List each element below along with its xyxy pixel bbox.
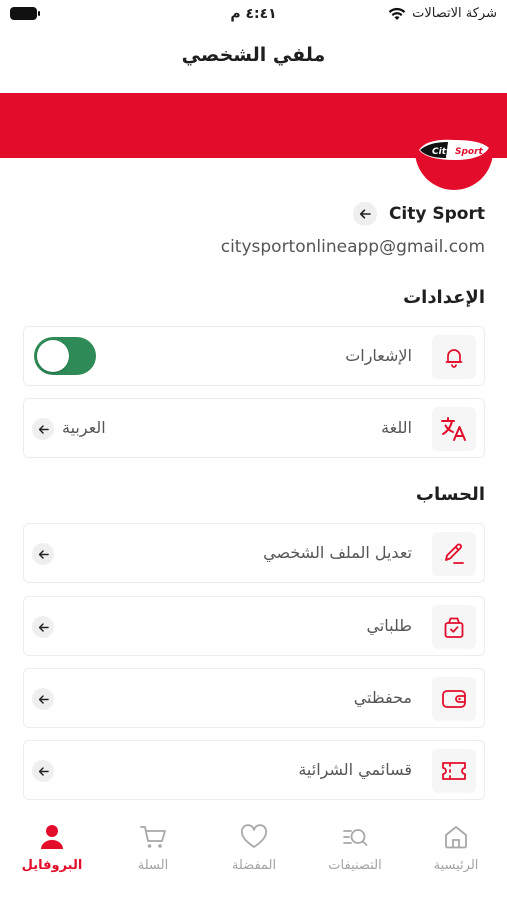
nav-home-label: الرئيسية <box>433 858 479 873</box>
nav-cart-label: السلة <box>137 858 169 873</box>
arrow-left-icon <box>32 418 54 440</box>
my-coupons-label: قسائمي الشرائية <box>298 760 412 779</box>
arrow-left-icon <box>32 760 54 782</box>
account-section-title: الحساب <box>415 484 485 505</box>
arrow-left-icon <box>32 616 54 638</box>
logo-sport-text: Sport <box>455 147 484 157</box>
translate-icon <box>432 407 476 451</box>
my-orders-row[interactable]: طلباتي <box>23 596 485 656</box>
nav-profile[interactable]: البروفايل <box>7 822 97 873</box>
page-title: ملفي الشخصي <box>181 44 326 66</box>
brand-logo: City Sport <box>415 128 493 190</box>
bottom-nav: الرئيسية التصنيفات المفضلة السلة البروفا… <box>0 810 507 900</box>
nav-cart[interactable]: السلة <box>108 822 198 873</box>
nav-home[interactable]: الرئيسية <box>411 822 501 873</box>
my-coupons-row[interactable]: قسائمي الشرائية <box>23 740 485 800</box>
nav-favorites[interactable]: المفضلة <box>209 822 299 873</box>
carrier-info: شركة الاتصالات <box>388 6 497 21</box>
bell-icon <box>432 335 476 379</box>
profile-name-row[interactable]: City Sport <box>352 202 485 226</box>
toggle-knob <box>37 340 69 372</box>
home-icon <box>445 826 467 849</box>
my-wallet-label: محفظتي <box>353 688 412 707</box>
carrier-name: شركة الاتصالات <box>412 6 497 21</box>
status-bar: ٤:٤١ م شركة الاتصالات <box>0 0 507 30</box>
wallet-icon <box>432 677 476 721</box>
edit-profile-row[interactable]: تعديل الملف الشخصي <box>23 523 485 583</box>
nav-profile-label: البروفايل <box>21 858 83 873</box>
cart-icon <box>140 826 166 848</box>
notifications-label: الإشعارات <box>345 346 412 365</box>
nav-favorites-label: المفضلة <box>231 858 277 873</box>
ticket-icon <box>432 749 476 793</box>
notifications-row: الإشعارات <box>23 326 485 386</box>
language-label: اللغة <box>381 418 412 437</box>
logo-city-text: City <box>432 147 453 157</box>
my-wallet-row[interactable]: محفظتي <box>23 668 485 728</box>
heart-icon <box>241 824 267 848</box>
shopping-bag-icon <box>432 605 476 649</box>
nav-categories[interactable]: التصنيفات <box>310 822 400 873</box>
my-orders-label: طلباتي <box>366 616 412 635</box>
profile-email: citysportonlineapp@gmail.com <box>220 237 485 257</box>
profile-name: City Sport <box>388 204 485 224</box>
language-value: العربية <box>62 418 106 437</box>
settings-section-title: الإعدادات <box>403 287 485 308</box>
profile-icon <box>41 825 63 849</box>
language-row[interactable]: اللغة العربية <box>23 398 485 458</box>
nav-categories-label: التصنيفات <box>328 858 382 873</box>
categories-search-icon <box>343 829 368 846</box>
notifications-toggle[interactable] <box>34 337 96 375</box>
edit-profile-label: تعديل الملف الشخصي <box>263 543 412 562</box>
arrow-left-icon <box>32 688 54 710</box>
arrow-left-icon[interactable] <box>352 202 377 226</box>
edit-pencil-icon <box>432 532 476 576</box>
arrow-left-icon <box>32 543 54 565</box>
wifi-icon <box>388 7 406 21</box>
